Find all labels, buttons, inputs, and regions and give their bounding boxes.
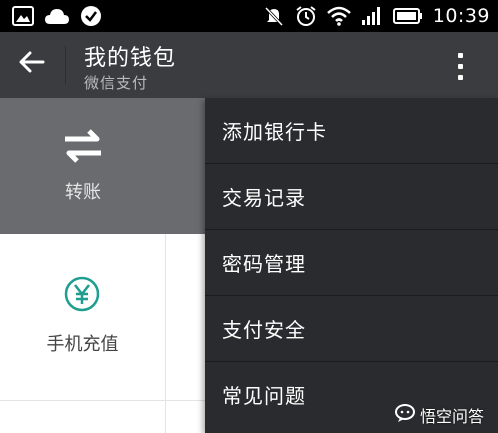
- watermark-text: 悟空问答: [420, 407, 485, 426]
- menu-item-label: 添加银行卡: [222, 120, 327, 144]
- action-bar-divider: [65, 46, 66, 84]
- transfer-tile[interactable]: 转账: [0, 98, 166, 234]
- alarm-icon: [295, 5, 317, 27]
- arrow-left-icon: [19, 51, 45, 77]
- menu-item-password-management[interactable]: 密码管理: [205, 230, 498, 296]
- page-title: 我的钱包: [84, 46, 177, 71]
- status-bar-right: 10:39: [263, 2, 490, 30]
- menu-item-label: 密码管理: [222, 252, 306, 276]
- transfer-arrows-icon: [61, 128, 105, 168]
- signal-icon: [361, 6, 383, 26]
- mobile-recharge-tile[interactable]: 手机充值: [0, 234, 165, 400]
- mute-icon: [263, 5, 285, 27]
- speech-bubble-icon: [394, 403, 416, 427]
- battery-icon: [392, 7, 423, 25]
- gallery-icon: [12, 6, 34, 26]
- yen-circle-icon: [64, 276, 100, 312]
- back-button[interactable]: [14, 46, 50, 82]
- wifi-icon: [326, 6, 351, 26]
- menu-item-payment-security[interactable]: 支付安全: [205, 296, 498, 362]
- grid-divider-horizontal: [0, 400, 206, 401]
- transfer-label: 转账: [65, 182, 101, 203]
- menu-item-label: 常见问题: [222, 384, 306, 408]
- status-bar: 10:39: [0, 0, 498, 32]
- page-subtitle: 微信支付: [84, 74, 149, 92]
- mobile-recharge-label: 手机充值: [46, 334, 119, 355]
- more-vertical-icon: [457, 52, 463, 80]
- menu-item-label: 交易记录: [222, 186, 306, 210]
- check-circle-icon: [80, 5, 102, 27]
- status-bar-clock: 10:39: [432, 5, 490, 27]
- status-bar-left: [12, 4, 102, 28]
- menu-item-add-bank-card[interactable]: 添加银行卡: [205, 98, 498, 164]
- overflow-menu-button[interactable]: [446, 46, 474, 86]
- action-bar: 我的钱包 微信支付: [0, 32, 498, 98]
- menu-item-label: 支付安全: [222, 318, 306, 342]
- cloud-icon: [44, 6, 70, 26]
- menu-item-transaction-records[interactable]: 交易记录: [205, 164, 498, 230]
- watermark: 悟空问答: [394, 402, 484, 428]
- grid-divider-vertical: [165, 234, 166, 433]
- overflow-menu: 添加银行卡 交易记录 密码管理 支付安全 常见问题: [205, 98, 498, 433]
